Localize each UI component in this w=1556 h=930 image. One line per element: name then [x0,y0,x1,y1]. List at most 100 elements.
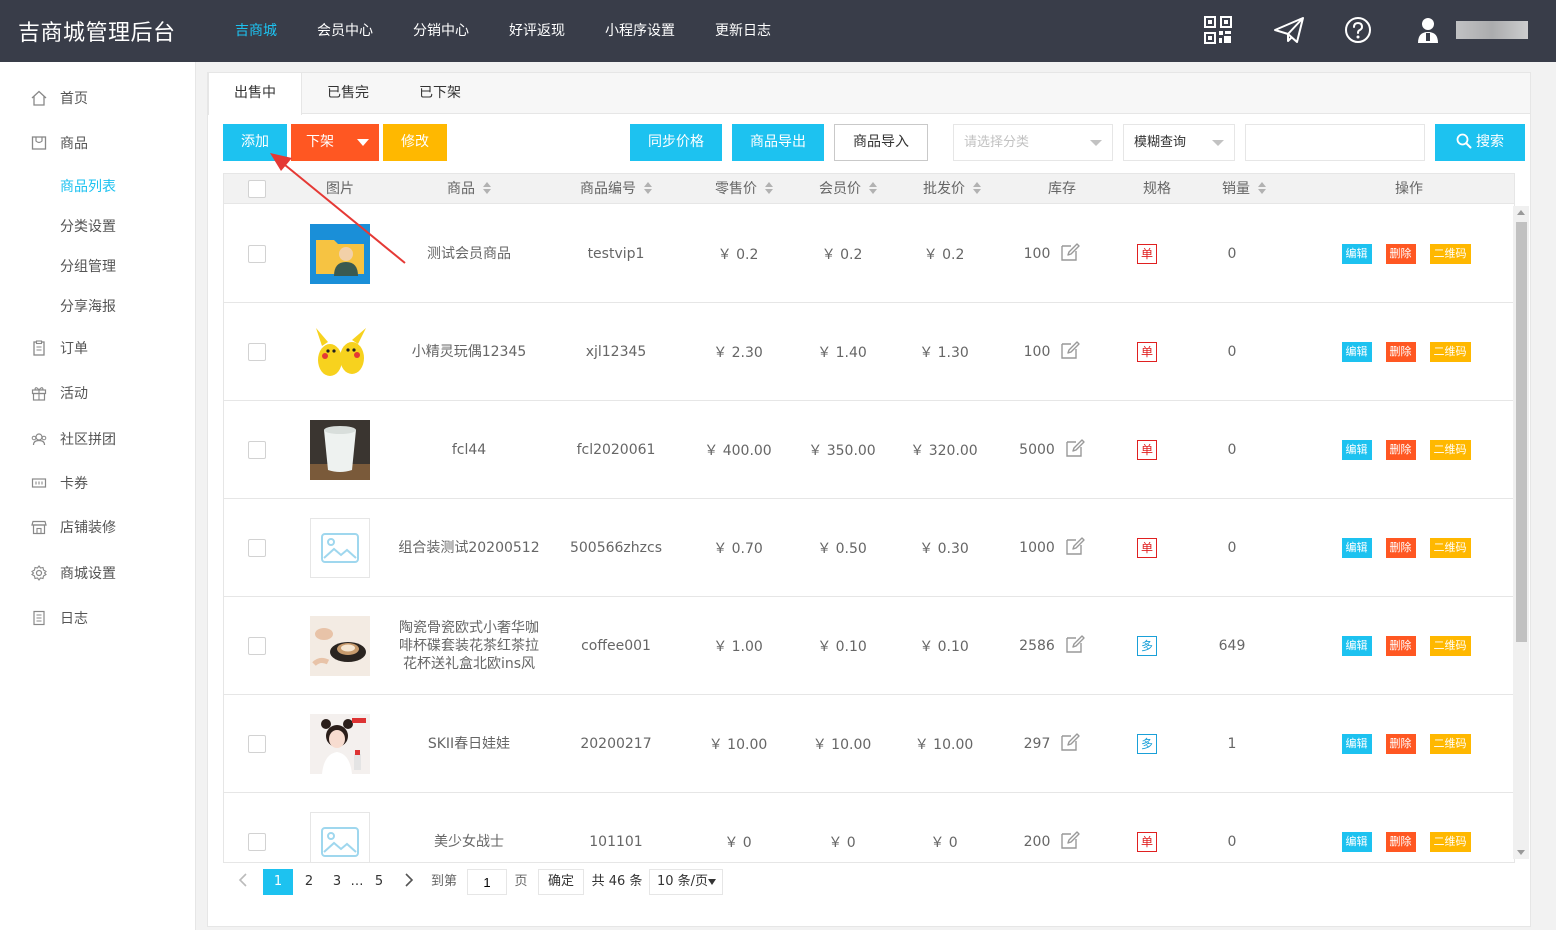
select-all-checkbox[interactable] [248,180,266,198]
row-checkbox[interactable] [248,833,266,851]
wholesale-price: ￥ 0.30 [919,541,969,557]
product-code: fcl2020061 [576,442,656,458]
qrcode-button[interactable]: 二维码 [1429,734,1471,754]
help-icon[interactable] [1344,16,1372,46]
product-code: 20200217 [580,736,652,752]
th-retail-price[interactable]: 零售价 [694,174,794,204]
scroll-up-icon[interactable] [1517,210,1525,215]
qrcode-button[interactable]: 二维码 [1429,244,1471,264]
th-sales[interactable]: 销量 [1194,174,1294,204]
tab-sold-out[interactable]: 已售完 [302,73,394,114]
qrcode-button[interactable]: 二维码 [1429,538,1471,558]
sidebar-item-goods[interactable]: 商品 [30,131,88,155]
th-wholesale-price[interactable]: 批发价 [902,174,1002,204]
sort-icon [869,182,877,194]
page-1[interactable]: 1 [263,869,293,895]
scrollbar-thumb[interactable] [1516,222,1527,642]
table-scrollbar[interactable] [1513,206,1529,859]
delete-button[interactable]: 删除 [1385,244,1416,264]
edit-button[interactable]: 编辑 [1341,342,1372,362]
user-name-blurred[interactable] [1456,21,1528,39]
edit-button[interactable]: 编辑 [1341,538,1372,558]
qrcode-button[interactable]: 二维码 [1429,636,1471,656]
topnav-miniprogram-settings[interactable]: 小程序设置 [605,0,675,62]
import-goods-button[interactable]: 商品导入 [834,124,928,161]
sidebar-item-community-group[interactable]: 社区拼团 [30,427,116,451]
user-icon[interactable] [1417,16,1439,46]
edit-stock-icon[interactable] [1065,634,1085,658]
page-2[interactable]: 2 [297,869,321,895]
sidebar-sub-share-poster[interactable]: 分享海报 [60,296,116,316]
sidebar-item-shop-decoration[interactable]: 店铺装修 [30,515,116,539]
search-button[interactable]: 搜索 [1435,124,1525,161]
next-page-icon[interactable] [399,869,419,895]
category-select[interactable]: 请选择分类 [953,124,1113,161]
sidebar-sub-goods-list[interactable]: 商品列表 [60,176,116,196]
goods-list-panel: 出售中 已售完 已下架 添加 下架 修改 同步价格 商品导出 商品导入 请选择分… [207,72,1531,927]
row-actions: 编辑 删除 二维码 [1316,793,1496,862]
tab-on-sale[interactable]: 出售中 [208,73,302,115]
add-button[interactable]: 添加 [223,124,287,161]
row-checkbox[interactable] [248,637,266,655]
delete-button[interactable]: 删除 [1385,440,1416,460]
delete-button[interactable]: 删除 [1385,734,1416,754]
prev-page-icon[interactable] [233,869,253,895]
sidebar-item-mall-settings[interactable]: 商城设置 [30,561,116,585]
sidebar-sub-group-management[interactable]: 分组管理 [60,256,116,276]
offshelf-dropdown-button[interactable]: 下架 [291,124,379,161]
query-mode-select[interactable]: 模糊查询 [1123,124,1235,161]
sidebar-sub-category-settings[interactable]: 分类设置 [60,216,116,236]
edit-button[interactable]: 编辑 [1341,636,1372,656]
edit-stock-icon[interactable] [1060,242,1081,266]
topnav-review-cashback[interactable]: 好评返现 [509,0,565,62]
th-goods[interactable]: 商品 [394,174,544,204]
edit-stock-icon[interactable] [1065,438,1085,462]
modify-button[interactable]: 修改 [383,124,447,161]
row-checkbox[interactable] [248,735,266,753]
qrcode-icon[interactable] [1204,16,1232,46]
delete-button[interactable]: 删除 [1385,636,1416,656]
sidebar-item-coupons[interactable]: 卡券 [30,471,88,495]
edit-stock-icon[interactable] [1060,732,1081,756]
edit-button[interactable]: 编辑 [1341,244,1372,264]
goto-confirm-button[interactable]: 确定 [538,869,584,895]
page-3[interactable]: 3 [327,869,347,895]
row-checkbox[interactable] [248,343,266,361]
goto-page-input[interactable] [467,869,507,895]
edit-stock-icon[interactable] [1060,830,1081,854]
row-checkbox[interactable] [248,441,266,459]
th-member-price[interactable]: 会员价 [798,174,898,204]
edit-stock-icon[interactable] [1065,536,1085,560]
edit-stock-icon[interactable] [1060,340,1081,364]
delete-button[interactable]: 删除 [1385,342,1416,362]
qrcode-button[interactable]: 二维码 [1429,832,1471,852]
edit-button[interactable]: 编辑 [1341,734,1372,754]
topnav-update-log[interactable]: 更新日志 [715,0,771,62]
page-5[interactable]: 5 [369,869,389,895]
qrcode-button[interactable]: 二维码 [1429,440,1471,460]
edit-button[interactable]: 编辑 [1341,440,1372,460]
sidebar-item-activities[interactable]: 活动 [30,381,88,405]
spec-badge: 单 [1137,538,1157,558]
delete-button[interactable]: 删除 [1385,832,1416,852]
send-icon[interactable] [1273,16,1305,46]
qrcode-button[interactable]: 二维码 [1429,342,1471,362]
export-goods-button[interactable]: 商品导出 [732,124,824,161]
topnav-distribution-center[interactable]: 分销中心 [413,0,469,62]
sidebar-item-logs[interactable]: 日志 [30,606,88,630]
page-size-select[interactable]: 10 条/页 [649,869,723,895]
th-code[interactable]: 商品编号 [556,174,676,204]
sidebar-item-label: 日志 [60,611,88,627]
topnav-mall[interactable]: 吉商城 [235,0,277,62]
tab-off-shelf[interactable]: 已下架 [394,73,486,114]
sync-price-button[interactable]: 同步价格 [630,124,722,161]
row-checkbox[interactable] [248,539,266,557]
search-input[interactable] [1245,124,1425,161]
scroll-down-icon[interactable] [1517,850,1525,855]
sidebar-item-home[interactable]: 首页 [30,86,88,110]
edit-button[interactable]: 编辑 [1341,832,1372,852]
row-checkbox[interactable] [248,245,266,263]
topnav-member-center[interactable]: 会员中心 [317,0,373,62]
delete-button[interactable]: 删除 [1385,538,1416,558]
sidebar-item-orders[interactable]: 订单 [30,336,88,360]
